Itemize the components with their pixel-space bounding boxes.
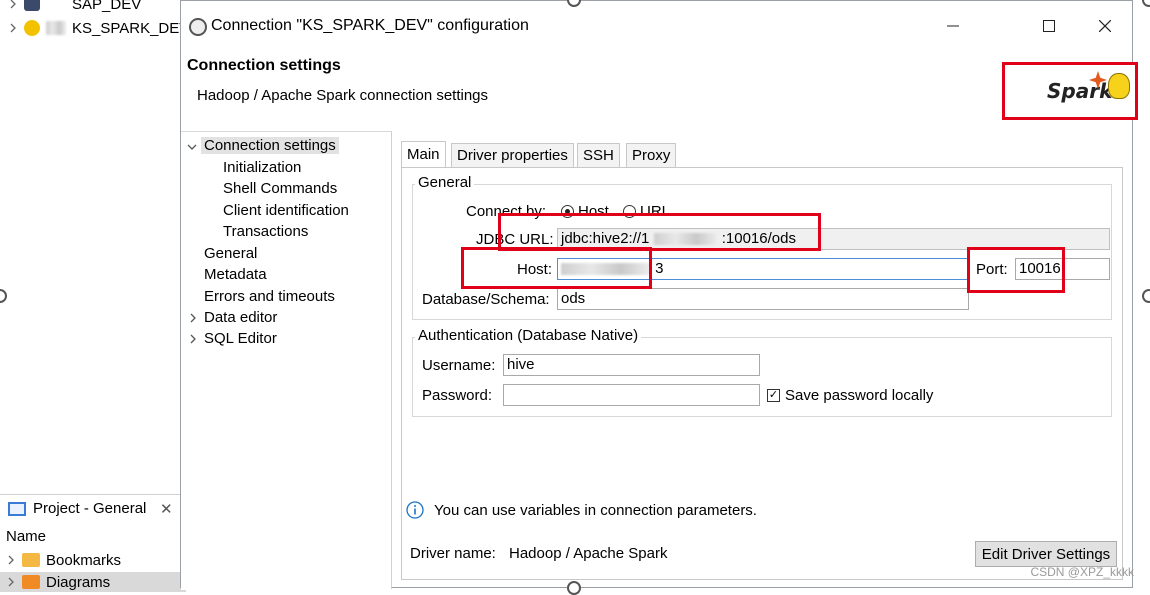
chevron-right-icon[interactable] — [188, 334, 198, 344]
port-highlight — [967, 247, 1065, 293]
background-app-panel: SAP_DEV KS_SPARK_DEV Project - General ✕… — [0, 0, 189, 592]
page-title: Connection settings — [187, 57, 341, 74]
tree-item-ks-spark-dev[interactable]: KS_SPARK_DEV — [8, 18, 189, 38]
close-icon[interactable]: ✕ — [160, 500, 173, 518]
spark-icon — [24, 20, 40, 36]
username-field[interactable]: hive — [503, 354, 760, 376]
host-highlight — [461, 247, 652, 289]
group-title: General — [415, 174, 475, 191]
resize-handle[interactable] — [1142, 0, 1150, 7]
list-item-diagrams[interactable]: Diagrams — [0, 572, 186, 592]
nav-item-shell-commands[interactable]: Shell Commands — [223, 180, 337, 197]
nav-item-data-editor[interactable]: Data editor — [204, 309, 277, 326]
tree-item-label: SAP_DEV — [72, 0, 142, 13]
close-icon — [1099, 20, 1111, 32]
connection-config-dialog: Connection "KS_SPARK_DEV" configuration … — [180, 0, 1138, 590]
dialog-title: Connection "KS_SPARK_DEV" configuration — [211, 17, 529, 34]
nav-item-connection-settings[interactable]: Connection settings — [201, 137, 339, 154]
nav-item-general[interactable]: General — [204, 245, 257, 262]
nav-item-errors-and-timeouts[interactable]: Errors and timeouts — [204, 288, 335, 305]
password-field[interactable] — [503, 384, 760, 406]
nav-item-client-identification[interactable]: Client identification — [223, 202, 349, 219]
tree-item-label: KS_SPARK_DEV — [72, 19, 190, 37]
chevron-right-icon[interactable] — [8, 0, 18, 9]
driver-name-value: Hadoop / Apache Spark — [509, 545, 668, 562]
info-icon — [406, 501, 424, 519]
username-label: Username: — [422, 357, 496, 374]
authentication-group: Authentication (Database Native) Usernam… — [412, 327, 1112, 417]
tab-driver-properties[interactable]: Driver properties — [451, 143, 574, 167]
folder-icon — [22, 575, 40, 589]
folder-icon — [22, 553, 40, 567]
tab-ssh[interactable]: SSH — [577, 143, 620, 167]
edit-driver-settings-button[interactable]: Edit Driver Settings — [975, 541, 1117, 567]
list-item-label: Bookmarks — [46, 551, 122, 569]
chevron-right-icon[interactable] — [188, 313, 198, 323]
chevron-down-icon[interactable] — [187, 142, 197, 152]
list-item-bookmarks[interactable]: Bookmarks — [6, 550, 121, 570]
database-schema-field[interactable]: ods — [557, 288, 969, 310]
spark-logo-highlight: Spark — [1002, 62, 1138, 120]
resize-handle[interactable] — [567, 581, 581, 595]
title-bar: Connection "KS_SPARK_DEV" configuration — [181, 1, 1132, 51]
host-value-end: 3 — [655, 260, 664, 277]
password-label: Password: — [422, 387, 493, 404]
nav-item-metadata[interactable]: Metadata — [204, 266, 267, 283]
jdbc-url-highlight — [498, 213, 821, 251]
group-title: Authentication (Database Native) — [415, 327, 642, 344]
settings-nav: Connection settings Initialization Shell… — [181, 131, 391, 590]
save-password-checkbox[interactable]: ✓ — [767, 389, 780, 402]
hive-bee-icon — [1108, 73, 1130, 99]
nav-item-sql-editor[interactable]: SQL Editor — [204, 330, 277, 347]
maximize-button[interactable] — [1029, 11, 1069, 41]
tab-main[interactable]: Main — [401, 141, 446, 167]
spark-star-icon — [1089, 71, 1107, 89]
nav-item-initialization[interactable]: Initialization — [223, 159, 301, 176]
tree-item-sap-dev[interactable]: SAP_DEV — [8, 0, 141, 14]
database-icon — [24, 0, 40, 11]
redacted-area — [46, 21, 66, 35]
app-icon — [189, 18, 207, 36]
tab-proxy[interactable]: Proxy — [626, 143, 677, 167]
minimize-button[interactable] — [933, 11, 973, 41]
chevron-right-icon[interactable] — [8, 23, 18, 33]
nav-divider — [391, 131, 392, 589]
resize-handle[interactable] — [1142, 289, 1150, 303]
chevron-right-icon[interactable] — [6, 555, 16, 565]
chevron-right-icon[interactable] — [6, 577, 16, 587]
minimize-icon — [947, 25, 959, 27]
save-password-label: Save password locally — [785, 387, 934, 404]
watermark: CSDN @XPZ_kkkk — [1030, 565, 1134, 579]
info-text: You can use variables in connection para… — [434, 502, 757, 519]
project-panel-header: Project - General ✕ — [0, 494, 180, 523]
project-panel-title: Project - General — [33, 500, 147, 517]
main-tab-panel: General Connect by: Host URL JDBC URL: j… — [401, 167, 1123, 580]
page-description: Hadoop / Apache Spark connection setting… — [197, 87, 489, 104]
nav-item-transactions[interactable]: Transactions — [223, 223, 308, 240]
driver-name-label: Driver name: — [410, 545, 496, 562]
maximize-icon — [1043, 20, 1055, 32]
database-schema-label: Database/Schema: — [422, 291, 550, 308]
close-window-button[interactable] — [1085, 11, 1125, 41]
project-column-header: Name — [6, 528, 47, 545]
project-icon — [8, 502, 26, 516]
